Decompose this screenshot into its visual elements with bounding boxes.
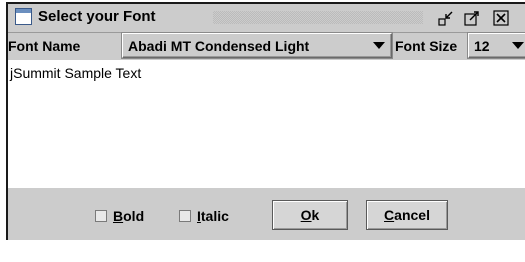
- sample-preview-area: jSummit Sample Text: [8, 60, 525, 188]
- font-name-combobox[interactable]: Abadi MT Condensed Light: [122, 33, 392, 58]
- sample-text: jSummit Sample Text: [10, 65, 142, 81]
- ok-button[interactable]: Ok: [272, 200, 348, 230]
- maximize-icon[interactable]: [464, 10, 480, 26]
- bold-checkbox[interactable]: Bold: [95, 207, 144, 225]
- font-size-label: Font Size: [395, 38, 458, 54]
- title-bar[interactable]: Select your Font: [8, 4, 525, 33]
- close-icon[interactable]: [493, 10, 509, 26]
- cancel-button[interactable]: Cancel: [366, 200, 448, 230]
- title-bar-grip: [213, 11, 423, 24]
- options-button-bar: Bold Italic Ok Cancel: [8, 188, 525, 240]
- font-size-combobox[interactable]: 12: [468, 33, 525, 58]
- font-name-label: Font Name: [8, 38, 81, 54]
- font-dialog-window: Select your Font Font Name Abadi MT Cond…: [6, 2, 525, 240]
- font-selection-row: Font Name Abadi MT Condensed Light Font …: [8, 32, 525, 60]
- italic-label: Italic: [197, 208, 229, 224]
- window-icon: [15, 8, 32, 25]
- bold-checkbox-box[interactable]: [95, 210, 107, 222]
- bold-label: Bold: [113, 208, 145, 224]
- iconify-icon[interactable]: [438, 10, 454, 26]
- font-size-value: 12: [474, 38, 490, 54]
- font-name-value: Abadi MT Condensed Light: [128, 38, 310, 54]
- window-title: Select your Font: [38, 8, 156, 25]
- italic-checkbox[interactable]: Italic: [179, 207, 229, 225]
- chevron-down-icon: [373, 42, 385, 49]
- chevron-down-icon: [512, 42, 524, 49]
- italic-checkbox-box[interactable]: [179, 210, 191, 222]
